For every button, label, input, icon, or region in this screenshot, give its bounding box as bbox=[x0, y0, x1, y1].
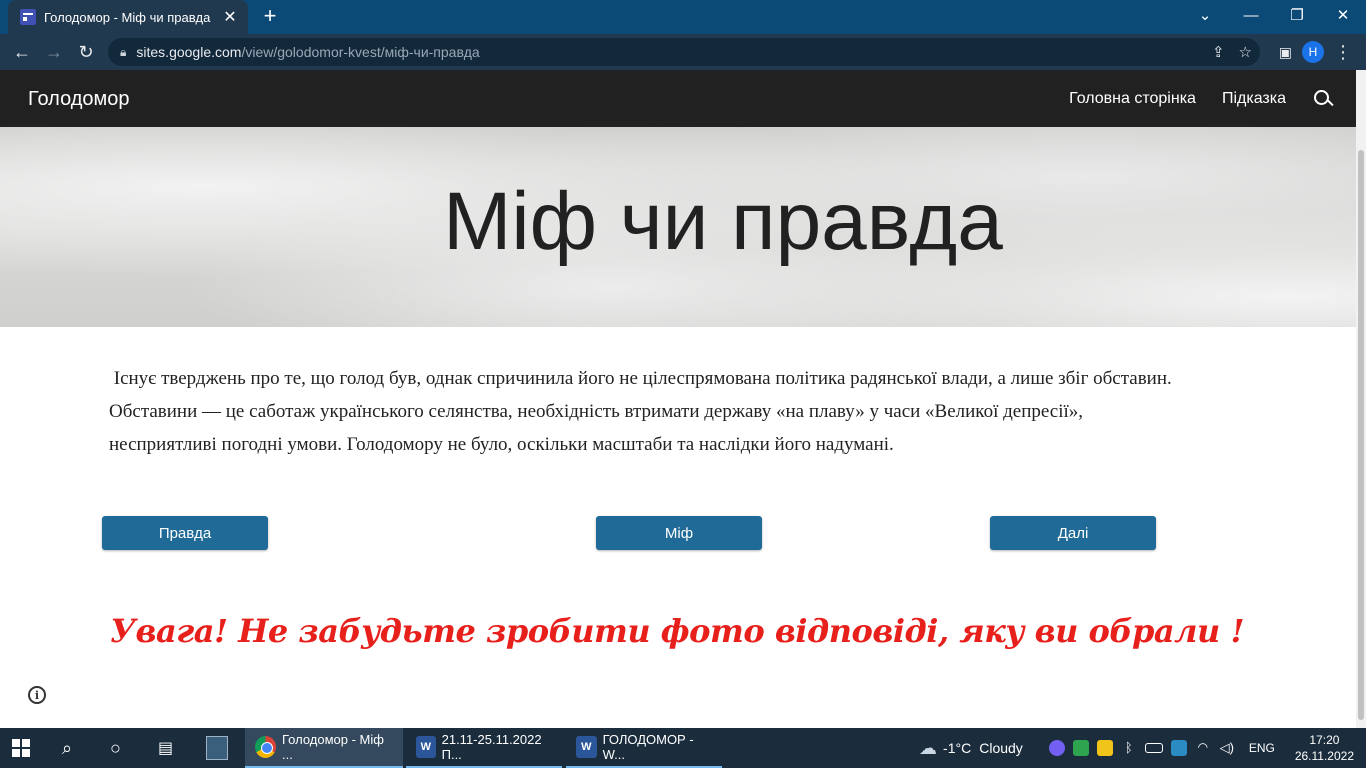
close-window-button[interactable]: ✕ bbox=[1320, 0, 1366, 30]
weather-condition[interactable]: Cloudy bbox=[979, 740, 1023, 756]
word-icon: W bbox=[416, 736, 436, 758]
scrollbar-thumb[interactable] bbox=[1358, 150, 1364, 720]
profile-avatar[interactable]: H bbox=[1302, 41, 1324, 63]
page-scrollbar[interactable] bbox=[1356, 70, 1366, 728]
tab-close-button[interactable]: ✕ bbox=[218, 7, 242, 27]
taskbar-app-word-1[interactable]: W 21.11-25.11.2022 П... bbox=[406, 728, 562, 768]
cloud-icon[interactable]: ☁ bbox=[919, 738, 937, 759]
battery-icon[interactable] bbox=[1144, 743, 1163, 753]
reload-icon[interactable]: ↻ bbox=[70, 36, 102, 68]
browser-tab[interactable]: Голодомор - Міф чи правда ✕ bbox=[8, 0, 248, 34]
taskbar-app-label: 21.11-25.11.2022 П... bbox=[441, 732, 542, 762]
search-icon[interactable] bbox=[1312, 88, 1334, 110]
tab-search-button[interactable]: ⌄ bbox=[1182, 0, 1228, 30]
body-paragraph: Існує тверджень про те, що голод був, од… bbox=[109, 362, 1259, 461]
url-path: /view/golodomor-kvest/міф-чи-правда bbox=[241, 44, 480, 60]
weather-temp[interactable]: -1°C bbox=[943, 740, 971, 756]
volume-icon[interactable]: ◁) bbox=[1219, 740, 1235, 756]
bookmark-star-icon[interactable]: ☆ bbox=[1239, 43, 1252, 61]
site-header: Голодомор Головна сторінка Підказка bbox=[0, 70, 1356, 127]
menu-dots-icon[interactable]: ⋮ bbox=[1334, 42, 1352, 63]
page-title: Міф чи правда bbox=[443, 176, 1003, 267]
body-line: несприятливі погодні умови. Голодомору н… bbox=[109, 434, 894, 455]
task-view-icon[interactable]: ▤ bbox=[158, 728, 173, 768]
cortana-circle-icon[interactable]: ○ bbox=[110, 728, 121, 768]
taskbar-app-word-2[interactable]: W ГОЛОДОМОР - W... bbox=[566, 728, 722, 768]
restore-button[interactable]: ❐ bbox=[1274, 0, 1320, 30]
calculator-icon[interactable] bbox=[206, 728, 228, 768]
info-icon[interactable]: i bbox=[28, 686, 46, 704]
next-button[interactable]: Далі bbox=[990, 516, 1156, 550]
nav-home-link[interactable]: Головна сторінка bbox=[1069, 90, 1196, 108]
bluetooth-icon[interactable]: ᛒ bbox=[1121, 740, 1137, 756]
viber-icon[interactable] bbox=[1048, 740, 1065, 756]
site-title[interactable]: Голодомор bbox=[28, 88, 130, 111]
new-tab-button[interactable]: + bbox=[258, 4, 282, 28]
taskbar-app-chrome[interactable]: Голодомор - Міф ... bbox=[245, 728, 403, 768]
address-bar[interactable]: 🔒︎ sites.google.com/view/golodomor-kvest… bbox=[108, 38, 1260, 66]
hero-banner: Міф чи правда bbox=[0, 127, 1356, 327]
myth-button[interactable]: Міф bbox=[596, 516, 762, 550]
taskbar-app-label: Голодомор - Міф ... bbox=[281, 732, 384, 762]
side-panel-icon[interactable]: ▣ bbox=[1279, 44, 1292, 61]
body-line: Обставини — це саботаж українського селя… bbox=[109, 401, 1084, 422]
forward-arrow-icon[interactable]: → bbox=[38, 36, 70, 68]
tab-title: Голодомор - Міф чи правда bbox=[44, 9, 211, 25]
back-arrow-icon[interactable]: ← bbox=[6, 36, 38, 68]
truth-button[interactable]: Правда bbox=[102, 516, 268, 550]
app-tray-icon[interactable] bbox=[1072, 740, 1089, 756]
chrome-icon bbox=[255, 736, 276, 758]
windows-logo-icon bbox=[12, 739, 30, 757]
url-host: sites.google.com bbox=[136, 44, 242, 60]
lock-icon: 🔒︎ bbox=[120, 44, 127, 59]
word-icon: W bbox=[576, 736, 597, 758]
clock-date: 26.11.2022 bbox=[1294, 749, 1354, 763]
windows-taskbar: ⌕ ○ ▤ Голодомор - Міф ... W 21.11-25.11.… bbox=[0, 728, 1366, 768]
minimize-button[interactable]: — bbox=[1228, 0, 1274, 30]
search-taskbar-icon[interactable]: ⌕ bbox=[62, 728, 72, 768]
taskbar-app-label: ГОЛОДОМОР - W... bbox=[602, 732, 694, 762]
google-sites-favicon-icon bbox=[20, 9, 36, 25]
security-tray-icon[interactable] bbox=[1096, 740, 1113, 756]
clock[interactable]: 17:20 26.11.2022 bbox=[1295, 732, 1354, 764]
system-tray: ☁ -1°C Cloudy ᛒ ◠ ◁) ENG 17:20 26.11.202… bbox=[919, 728, 1366, 768]
clock-time: 17:20 bbox=[1309, 733, 1340, 747]
browser-tab-strip: Голодомор - Міф чи правда ✕ + ⌄ — ❐ ✕ bbox=[0, 0, 1366, 34]
share-icon[interactable]: ⇪ bbox=[1212, 43, 1225, 61]
browser-toolbar: ← → ↻ 🔒︎ sites.google.com/view/golodomor… bbox=[0, 34, 1366, 70]
network-app-icon[interactable] bbox=[1170, 740, 1187, 756]
start-button[interactable] bbox=[12, 728, 36, 768]
language-indicator[interactable]: ENG bbox=[1249, 741, 1275, 755]
body-line: Існує тверджень про те, що голод був, од… bbox=[109, 368, 1172, 389]
warning-message: Увага! Не забудьте зробити фото відповід… bbox=[110, 612, 1244, 650]
nav-hint-link[interactable]: Підказка bbox=[1222, 90, 1286, 108]
site-nav: Головна сторінка Підказка bbox=[1069, 70, 1356, 127]
wifi-icon[interactable]: ◠ bbox=[1195, 740, 1211, 756]
